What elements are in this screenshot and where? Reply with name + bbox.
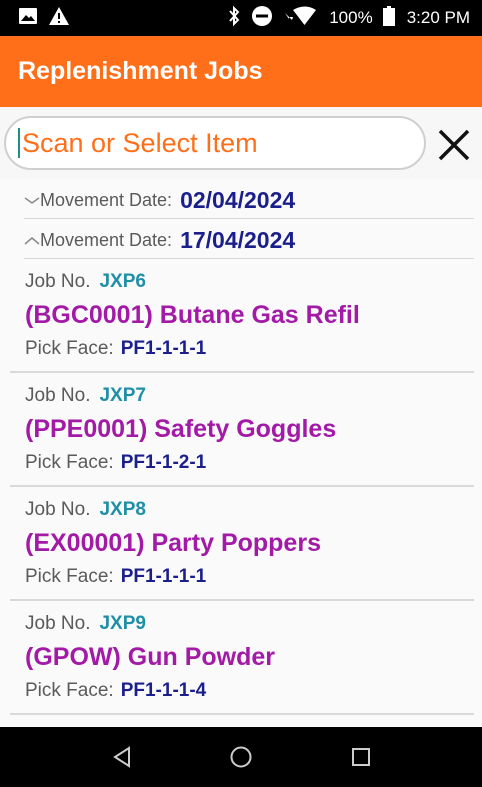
job-list-item[interactable]: Job No. JXP6 (BGC0001) Butane Gas Refil …: [10, 259, 474, 373]
recents-icon: [352, 748, 370, 766]
date-group-value: 17/04/2024: [180, 227, 296, 253]
job-number-row: Job No. JXP9: [25, 613, 146, 635]
pick-face-row: Pick Face: PF1-1-1-1: [25, 338, 206, 360]
status-right: 100% 3:20 PM: [227, 5, 470, 32]
warning-icon: [48, 6, 70, 31]
nav-recents-button[interactable]: [345, 741, 377, 773]
pick-face-row: Pick Face: PF1-1-2-1: [25, 452, 206, 474]
page-title: Replenishment Jobs: [18, 57, 263, 85]
job-list-item[interactable]: Job No. JXP7 (PPE0001) Safety Goggles Pi…: [10, 373, 474, 487]
search-row: Scan or Select Item: [0, 107, 482, 179]
job-number: JXP6: [99, 271, 146, 292]
pick-face-label: Pick Face:: [25, 452, 114, 473]
status-bar: 100% 3:20 PM: [0, 0, 482, 36]
pick-face-value: PF1-1-2-1: [120, 452, 207, 473]
text-cursor: [18, 128, 20, 158]
job-number-label: Job No.: [25, 385, 91, 406]
search-input[interactable]: Scan or Select Item: [4, 116, 426, 170]
nav-back-button[interactable]: [106, 741, 138, 773]
pick-face-label: Pick Face:: [25, 338, 114, 359]
chevron-down-icon: [24, 196, 40, 204]
pick-face-row: Pick Face: PF1-1-1-1: [25, 566, 206, 588]
date-group-header-2[interactable]: Movement Date: 17/04/2024: [24, 223, 474, 259]
bluetooth-icon: [227, 5, 241, 32]
wifi-icon: [283, 5, 317, 32]
battery-icon: [382, 5, 395, 31]
search-placeholder: Scan or Select Item: [22, 127, 258, 158]
job-item-title: (PPE0001) Safety Goggles: [25, 415, 337, 443]
nav-home-button[interactable]: [225, 741, 257, 773]
back-icon: [113, 746, 130, 768]
status-left: [18, 6, 70, 31]
date-group-label: Movement Date:: [40, 230, 173, 250]
job-item-title: (BGC0001) Butane Gas Refil: [25, 301, 360, 329]
job-number-row: Job No. JXP8: [25, 499, 146, 521]
clear-search-button[interactable]: [432, 123, 476, 167]
pick-face-label: Pick Face:: [25, 566, 114, 587]
job-list-item[interactable]: Job No. JXP8 (EX00001) Party Poppers Pic…: [10, 487, 474, 601]
job-list-item[interactable]: Job No. JXP9 (GPOW) Gun Powder Pick Face…: [10, 601, 474, 715]
job-number-row: Job No. JXP6: [25, 271, 146, 293]
job-number-label: Job No.: [25, 271, 91, 292]
job-number: JXP9: [99, 613, 146, 634]
job-number-row: Job No. JXP7: [25, 385, 146, 407]
date-group-label: Movement Date:: [40, 190, 173, 210]
image-icon: [18, 6, 38, 31]
pick-face-value: PF1-1-1-4: [120, 680, 207, 701]
job-number-label: Job No.: [25, 613, 91, 634]
job-item-title: (GPOW) Gun Powder: [25, 643, 275, 671]
close-icon: [438, 129, 470, 161]
pick-face-row: Pick Face: PF1-1-1-4: [25, 680, 206, 702]
date-group-header-1[interactable]: Movement Date: 02/04/2024: [24, 183, 474, 219]
job-item-title: (EX00001) Party Poppers: [25, 529, 321, 557]
chevron-up-icon: [24, 236, 40, 245]
app-bar: Replenishment Jobs: [0, 36, 482, 107]
home-icon: [230, 746, 252, 768]
job-number: JXP8: [99, 499, 146, 520]
do-not-disturb-icon: [251, 5, 273, 32]
pick-face-label: Pick Face:: [25, 680, 114, 701]
job-number: JXP7: [99, 385, 146, 406]
pick-face-value: PF1-1-1-1: [120, 566, 207, 587]
navigation-bar: [0, 727, 482, 787]
job-number-label: Job No.: [25, 499, 91, 520]
battery-text: 100%: [329, 8, 373, 27]
date-group-value: 02/04/2024: [180, 187, 296, 213]
clock: 3:20 PM: [406, 8, 470, 27]
pick-face-value: PF1-1-1-1: [120, 338, 207, 359]
